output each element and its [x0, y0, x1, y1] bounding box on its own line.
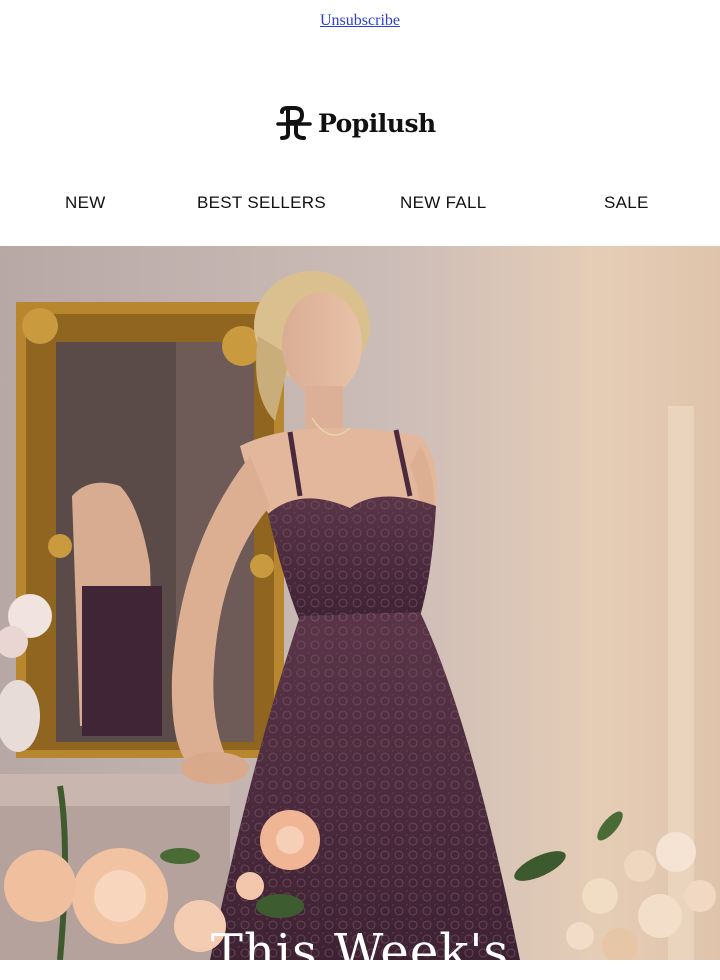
main-nav: NEW BEST SELLERS NEW FALL SALE — [0, 193, 720, 217]
popilush-logo-icon — [276, 106, 312, 140]
hero-headline: This Week's — [210, 924, 510, 980]
top-bar: Unsubscribe — [0, 0, 720, 44]
nav-item-best-sellers[interactable]: BEST SELLERS — [197, 193, 326, 213]
nav-item-new[interactable]: NEW — [65, 193, 106, 213]
nav-item-sale[interactable]: SALE — [604, 193, 649, 213]
brand-name: Popilush — [318, 108, 436, 138]
hero-banner[interactable] — [0, 246, 720, 960]
unsubscribe-link[interactable]: Unsubscribe — [0, 12, 720, 30]
brand-logo[interactable]: Popilush — [276, 106, 436, 140]
hero-photo — [0, 246, 720, 960]
nav-item-new-fall[interactable]: NEW FALL — [400, 193, 486, 213]
